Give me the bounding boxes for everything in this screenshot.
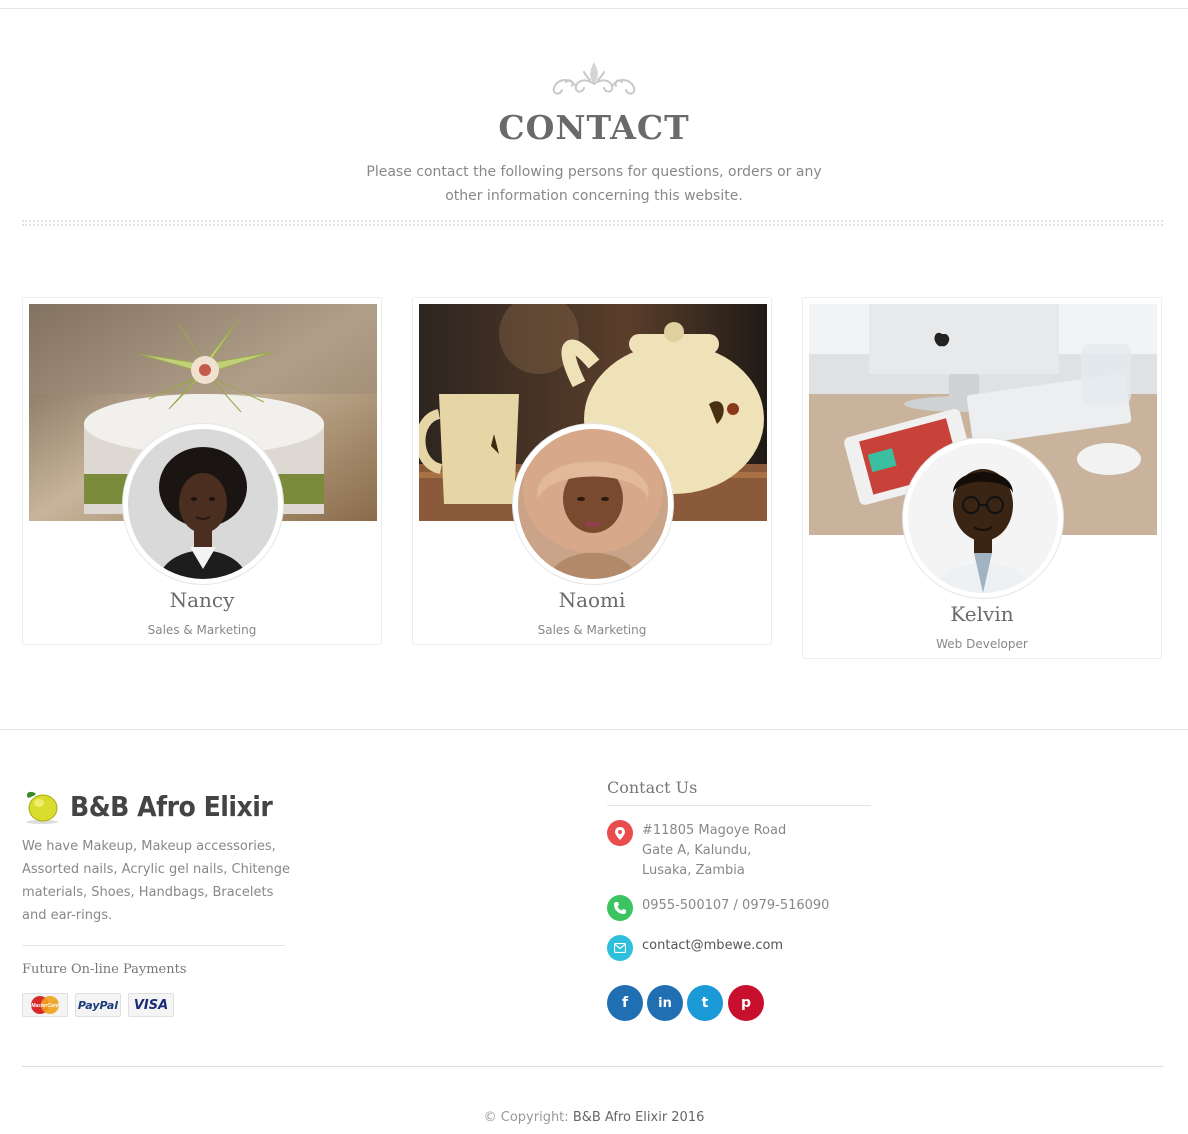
about-divider [22,945,285,946]
team-card-nancy: Nancy Sales & Marketing [22,297,382,645]
intro-text: Please contact the following persons for… [366,164,822,204]
footer-divider [0,729,1188,730]
email-link[interactable]: contact@mbewe.com [642,936,783,956]
address-line-2: Gate A, Kalundu, [642,843,752,858]
contact-title: Contact Us [607,778,698,797]
section-divider [22,220,1163,226]
copyright-owner[interactable]: B&B Afro Elixir 2016 [573,1110,705,1125]
copyright-prefix: © Copyright: [483,1110,569,1125]
member-role: Web Developer [936,637,1028,651]
facebook-icon[interactable]: f [607,985,643,1021]
lemon-icon [26,791,58,824]
paypal-badge: PayPal [75,993,121,1017]
about-text: We have Makeup, Makeup accessories, Asso… [22,839,291,923]
paypal-label: PayPal [77,998,119,1012]
page-title: CONTACT [498,108,690,147]
brand-name: B&B Afro Elixir [70,789,273,823]
mastercard-label: MasterCard [31,1003,59,1009]
member-name: Kelvin [950,602,1014,626]
footer-brand[interactable]: B&B Afro Elixir [22,786,273,826]
visa-badge: VISA [128,993,174,1017]
payments-title: Future On-line Payments [22,962,187,977]
mastercard-icon: MasterCard [31,996,60,1014]
member-name: Naomi [558,588,626,612]
avatar [903,438,1063,598]
avatar [123,424,283,584]
phone-number: 0955-500107 / 0979-516090 [642,898,830,913]
contact-divider [607,805,871,806]
member-name: Nancy [169,588,235,612]
visa-label: VISA [133,997,169,1013]
header-divider [0,8,1188,9]
twitter-icon[interactable]: t [687,985,723,1021]
team-card-kelvin: Kelvin Web Developer [802,297,1162,659]
mastercard-badge: MasterCard [22,993,68,1017]
bottom-divider [22,1066,1163,1067]
address-line-3: Lusaka, Zambia [642,863,745,878]
address: #11805 Magoye Road Gate A, Kalundu, Lusa… [642,821,786,881]
member-role: Sales & Marketing [537,623,647,637]
map-marker-icon [607,820,633,846]
pinterest-icon[interactable]: p [728,985,764,1021]
avatar [513,424,673,584]
ornament-icon [552,62,636,95]
linkedin-icon[interactable]: in [647,985,683,1021]
address-line-1: #11805 Magoye Road [642,823,787,838]
team-card-naomi: Naomi Sales & Marketing [412,297,772,645]
envelope-icon [607,935,633,961]
member-role: Sales & Marketing [147,623,257,637]
phone-icon [607,895,633,921]
copyright: © Copyright: B&B Afro Elixir 2016 [0,1110,1188,1125]
